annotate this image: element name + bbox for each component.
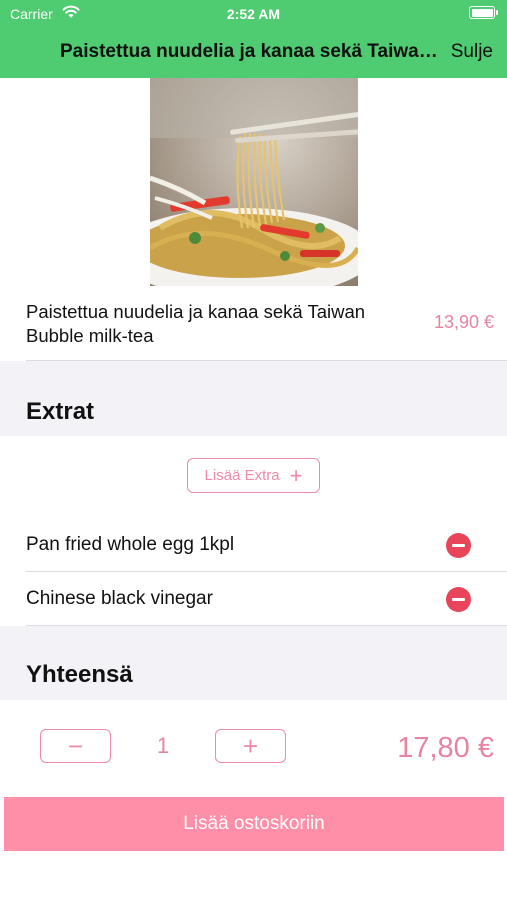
noodle-dish-photo (150, 78, 358, 286)
close-button[interactable]: Sulje (451, 41, 493, 63)
navigation-bar: Paistettua nuudelia ja kanaa sekä Taiwan… (0, 28, 507, 78)
nav-title: Paistettua nuudelia ja kanaa sekä Taiwan… (60, 41, 447, 62)
total-price: 17,80 € (397, 732, 494, 764)
product-card: Paistettua nuudelia ja kanaa sekä Taiwan… (0, 78, 507, 361)
extra-item: Pan fried whole egg 1kpl (0, 518, 507, 572)
total-panel: − 1 + 17,80 € Lisää ostoskoriin (0, 700, 507, 900)
minus-icon: − (67, 730, 84, 761)
plus-icon: + (242, 730, 259, 761)
product-name: Paistettua nuudelia ja kanaa sekä Taiwan… (26, 301, 366, 346)
plus-icon: + (289, 462, 303, 488)
product-image (150, 78, 358, 286)
extra-item-label: Chinese black vinegar (26, 588, 213, 609)
product-detail: Paistettua nuudelia ja kanaa sekä Taiwan… (0, 78, 507, 900)
total-header: Yhteensä (26, 661, 133, 688)
add-extra-label: Lisää Extra (204, 467, 280, 484)
battery-icon (469, 6, 498, 19)
bottom-area (0, 851, 507, 900)
status-bar: Carrier 2:52 AM (0, 0, 507, 28)
extras-list: Lisää Extra + Pan fried whole egg 1kpl C… (0, 436, 507, 626)
add-extra-button[interactable]: Lisää Extra + (187, 458, 320, 493)
total-section-header: Yhteensä (0, 626, 507, 700)
extras-header: Extrat (26, 398, 95, 425)
extra-item: Chinese black vinegar (0, 572, 507, 626)
extras-section-header: Extrat (0, 361, 507, 436)
clock: 2:52 AM (226, 6, 281, 22)
increment-button[interactable]: + (215, 729, 286, 763)
quantity-value: 1 (156, 733, 170, 758)
add-to-cart-button[interactable]: Lisää ostoskoriin (4, 797, 504, 851)
remove-icon[interactable] (446, 533, 471, 558)
remove-icon[interactable] (446, 587, 471, 612)
extra-item-label: Pan fried whole egg 1kpl (26, 534, 235, 555)
decrement-button[interactable]: − (40, 729, 111, 763)
product-price: 13,90 € (433, 312, 494, 332)
